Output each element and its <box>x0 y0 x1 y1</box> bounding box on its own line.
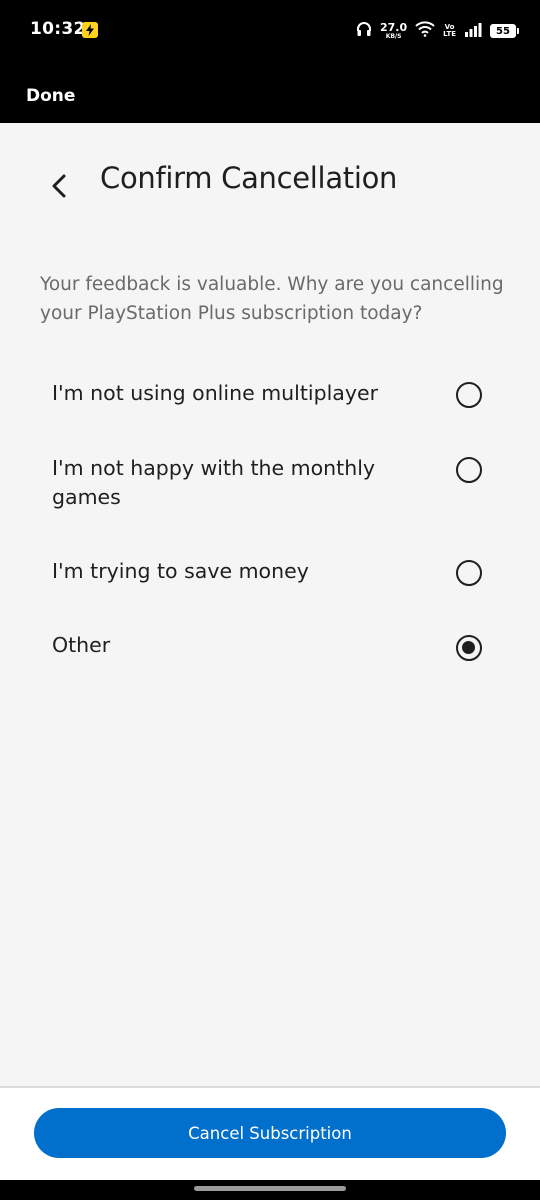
option-save-money[interactable]: I'm trying to save money <box>52 557 492 591</box>
option-label: I'm trying to save money <box>52 559 309 583</box>
radio-button[interactable] <box>456 382 482 408</box>
navigation-bar <box>0 1180 540 1200</box>
feedback-prompt: Your feedback is valuable. Why are you c… <box>40 274 504 324</box>
option-label: I'm not using online multiplayer <box>52 381 379 405</box>
headphones-icon <box>356 21 372 41</box>
volte-indicator: Vo LTE <box>443 23 456 38</box>
cancel-subscription-button[interactable]: Cancel Subscription <box>34 1108 506 1158</box>
option-online-multiplayer[interactable]: I'm not using online multiplayer <box>52 379 492 413</box>
option-other[interactable]: Other <box>52 631 492 665</box>
radio-button[interactable] <box>456 457 482 483</box>
chevron-left-icon <box>42 174 78 208</box>
option-monthly-games[interactable]: I'm not happy with the monthly games <box>52 454 492 514</box>
back-button[interactable] <box>42 168 78 204</box>
flash-app-icon <box>82 22 98 38</box>
wifi-icon <box>415 21 435 41</box>
status-time: 10:32 <box>30 19 86 39</box>
radio-button[interactable] <box>456 560 482 586</box>
home-indicator[interactable] <box>194 1186 346 1191</box>
option-label: I'm not happy with the monthly games <box>52 456 376 509</box>
battery-icon: 55 <box>490 24 519 38</box>
page-title: Confirm Cancellation <box>100 161 398 195</box>
app-screen: 10:32 27.0 KB/S Vo LTE 55 Done Confirm C… <box>0 0 540 1200</box>
radio-button-selected[interactable] <box>456 635 482 661</box>
network-speed: 27.0 KB/S <box>380 21 408 40</box>
signal-icon <box>464 22 482 41</box>
status-icons: 27.0 KB/S Vo LTE 55 <box>356 18 519 44</box>
status-bar: 10:32 27.0 KB/S Vo LTE 55 <box>0 0 540 62</box>
option-label: Other <box>52 633 111 657</box>
footer: Cancel Subscription <box>0 1086 540 1180</box>
done-button[interactable]: Done <box>26 86 75 106</box>
top-bar: Done <box>0 62 540 123</box>
